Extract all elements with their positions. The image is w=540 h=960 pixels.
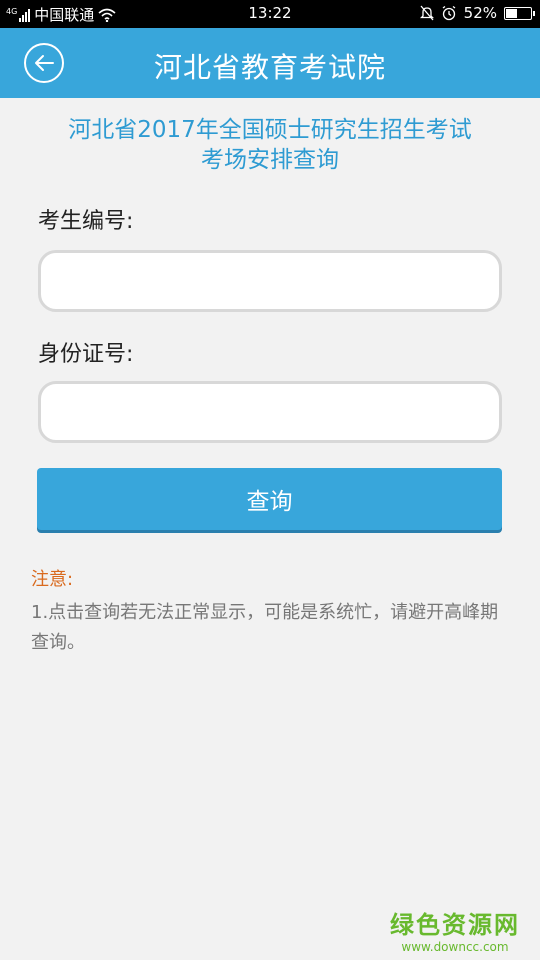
notice-title: 注意:	[31, 569, 74, 590]
watermark-url: www.downcc.com	[401, 940, 509, 954]
id-card-label: 身份证号:	[38, 342, 134, 367]
status-bar: 4G 中国联通 13:22 52%	[0, 0, 540, 28]
battery-fill	[506, 8, 517, 18]
exam-id-label: 考生编号:	[38, 209, 134, 234]
status-right: 52%	[419, 4, 535, 22]
subtitle-line-2: 考场安排查询	[201, 147, 339, 173]
page-title: 河北省教育考试院	[153, 51, 386, 84]
watermark-main: 绿色资源网	[390, 911, 520, 939]
bell-off-icon	[419, 5, 434, 21]
query-button[interactable]: 查询	[37, 468, 502, 530]
battery-percent: 52%	[463, 4, 497, 22]
notice-text: 1.点击查询若无法正常显示，可能是系统忙，请避开高峰期查询。	[31, 602, 499, 653]
exam-id-input[interactable]	[38, 250, 502, 312]
subtitle-line-1: 河北省2017年全国硕士研究生招生考试	[68, 117, 472, 143]
app-header: 河北省教育考试院	[0, 28, 540, 98]
alarm-icon	[442, 5, 456, 21]
id-card-input[interactable]	[38, 381, 502, 443]
battery-icon	[504, 6, 535, 20]
watermark-logo: 绿色资源网 www.downcc.com	[390, 905, 520, 954]
page-subtitle: 河北省2017年全国硕士研究生招生考试 考场安排查询	[0, 115, 540, 175]
